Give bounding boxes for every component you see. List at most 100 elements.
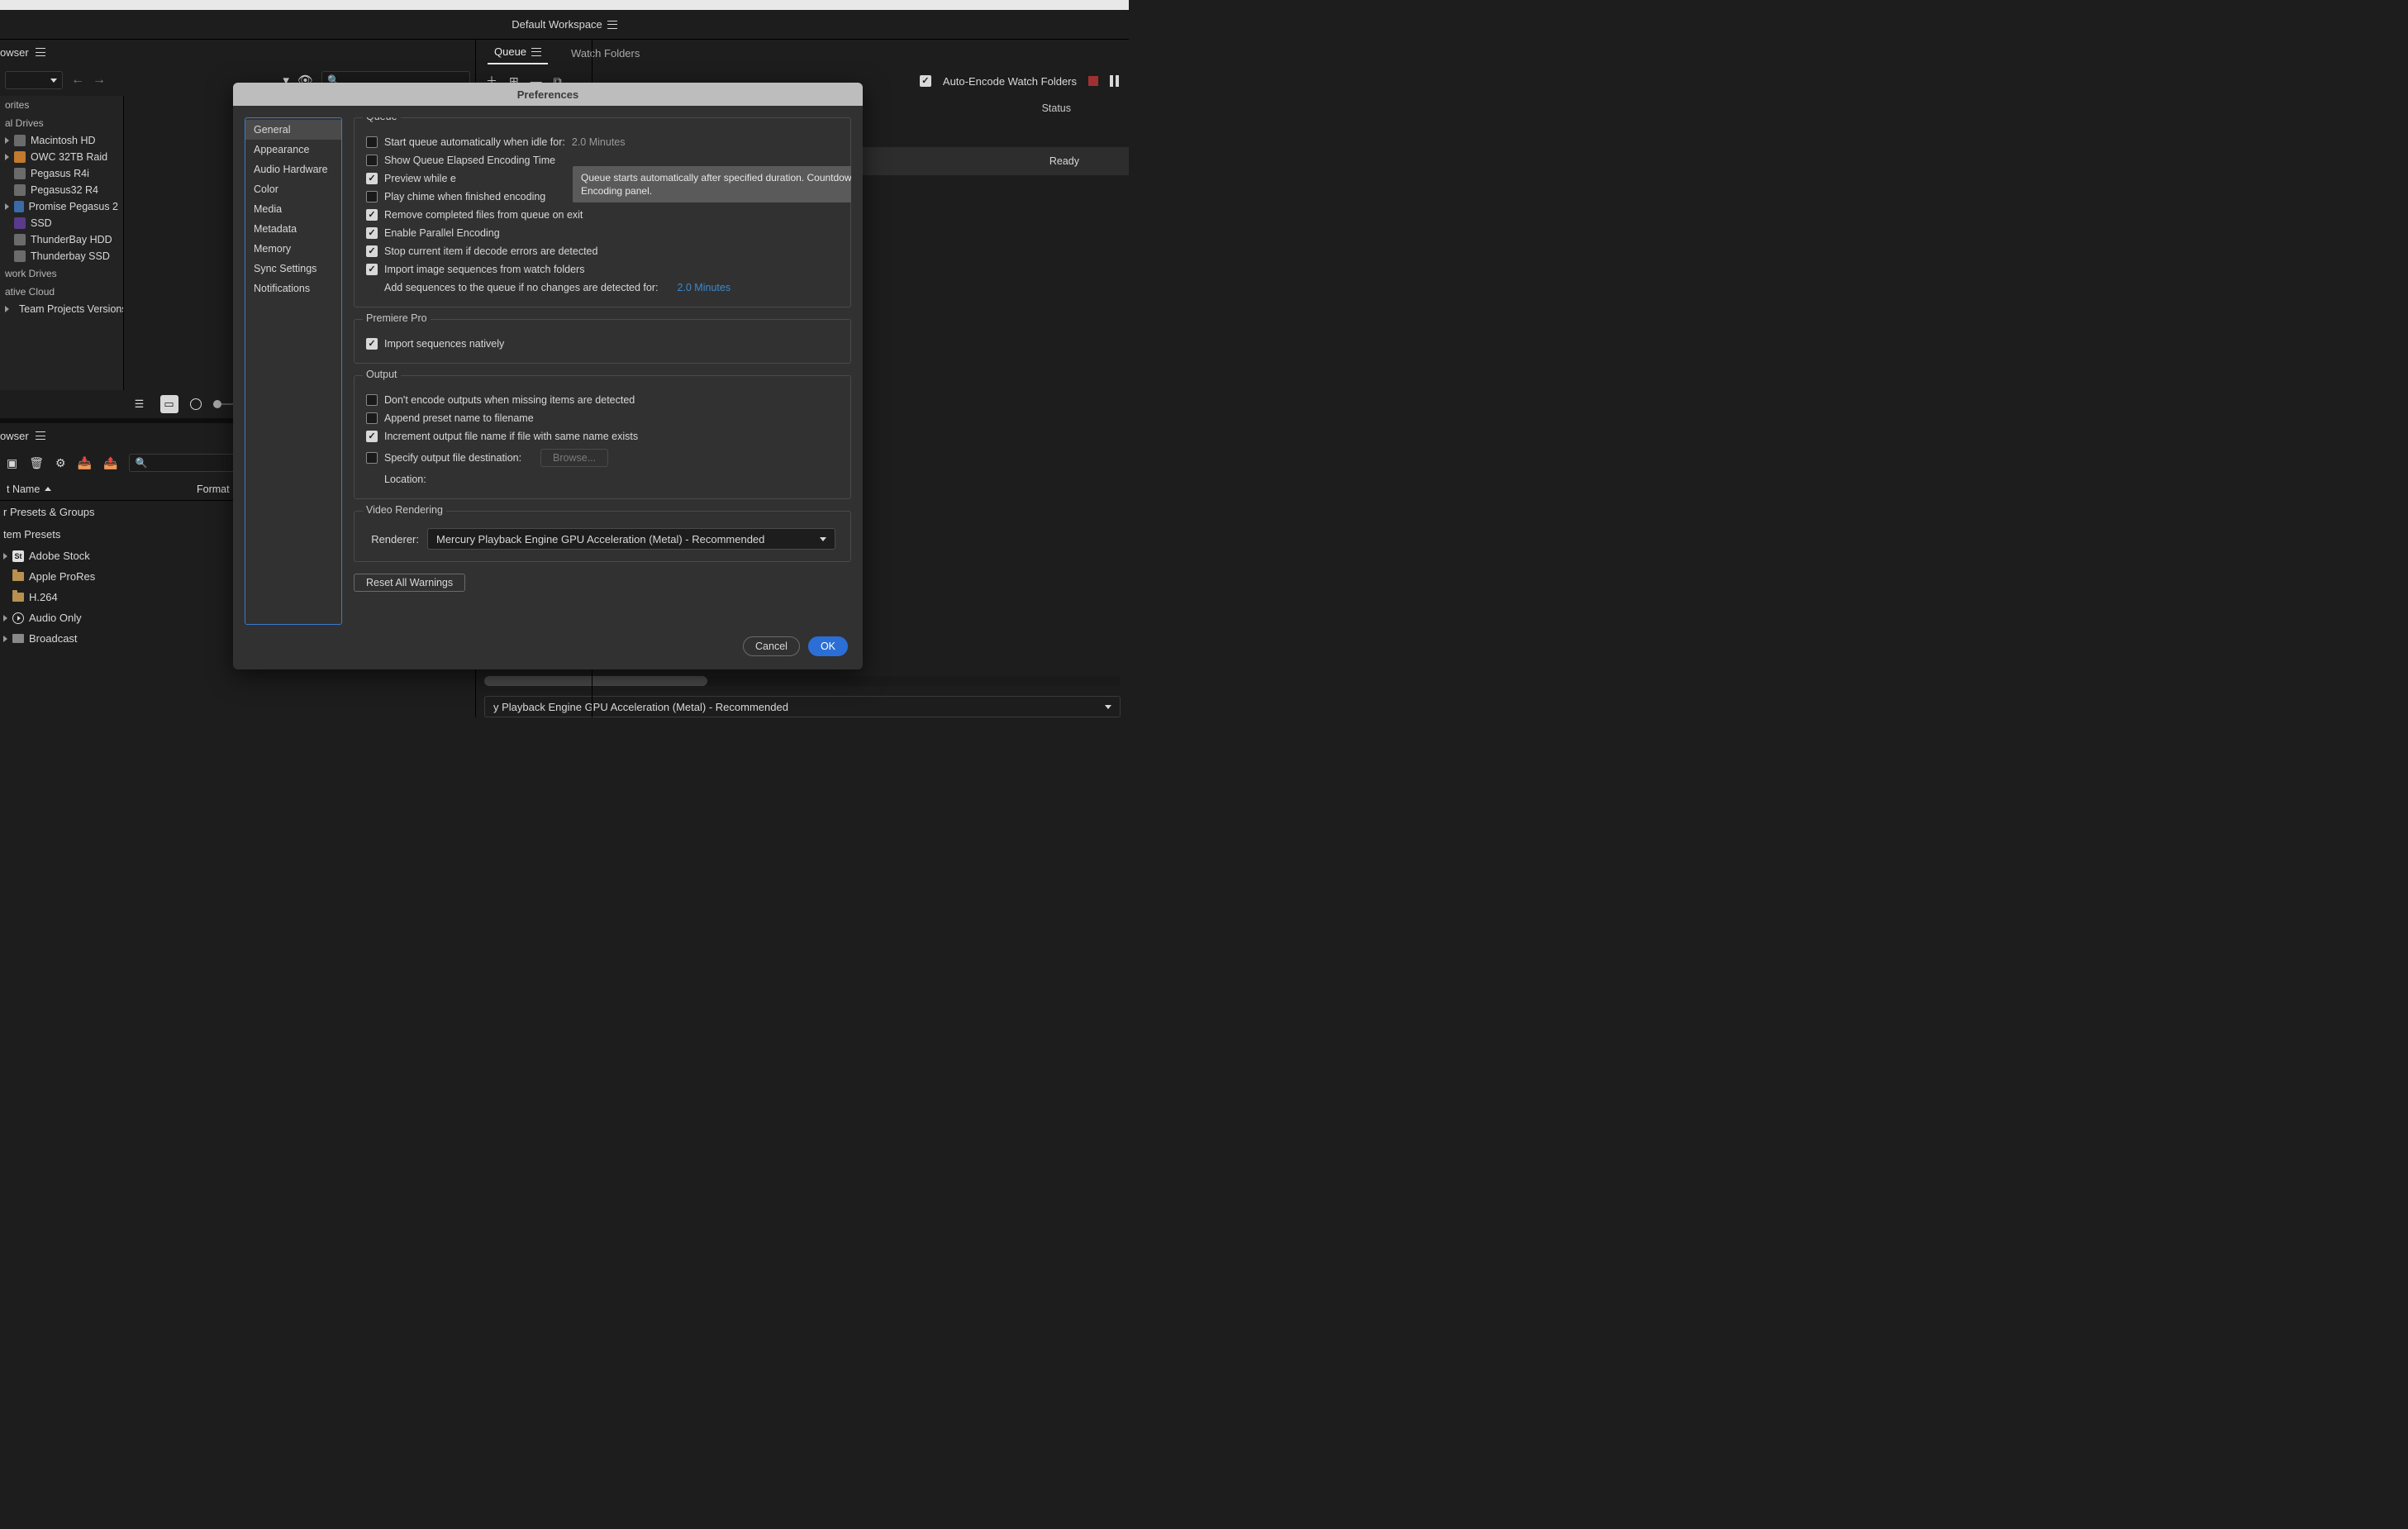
export-button[interactable]: 📤 <box>103 456 117 470</box>
preset-search-input[interactable]: 🔍 <box>129 454 245 472</box>
cb-specify-dest[interactable] <box>366 452 378 464</box>
sidebar-item-sync-settings[interactable]: Sync Settings <box>245 259 341 279</box>
disk-icon <box>14 151 26 163</box>
nav-back-button[interactable]: ← <box>71 73 84 88</box>
sidebar-item-audio-hardware[interactable]: Audio Hardware <box>245 160 341 179</box>
col-name[interactable]: t Name <box>7 483 40 495</box>
hamburger-icon[interactable] <box>36 48 45 56</box>
drive-item[interactable]: Macintosh HD <box>0 132 123 149</box>
sidebar-item-metadata[interactable]: Metadata <box>245 219 341 239</box>
drive-item[interactable]: Pegasus R4i <box>0 165 123 182</box>
col-format[interactable]: Format <box>197 483 230 495</box>
sidebar-item-notifications[interactable]: Notifications <box>245 279 341 298</box>
zoom-reset-button[interactable] <box>190 398 202 410</box>
disk-icon <box>14 135 26 146</box>
cb-chime[interactable] <box>366 191 378 202</box>
folder-icon <box>12 572 24 581</box>
cb-start-idle[interactable] <box>366 136 378 148</box>
cb-remove-completed[interactable] <box>366 209 378 221</box>
renderer-dropdown[interactable]: y Playback Engine GPU Acceleration (Meta… <box>484 696 1121 717</box>
horizontal-scrollbar[interactable] <box>484 676 1121 686</box>
fieldset-premiere: Premiere Pro Import sequences natively <box>354 319 851 364</box>
tree-group-cloud[interactable]: ative Cloud <box>0 283 123 301</box>
renderer-label: Renderer: <box>369 533 419 545</box>
settings-button[interactable]: ⚙ <box>55 456 66 470</box>
drive-item[interactable]: Team Projects Versions <box>0 301 123 317</box>
tab-watch-folders[interactable]: Watch Folders <box>564 42 646 64</box>
sidebar-item-memory[interactable]: Memory <box>245 239 341 259</box>
ok-button[interactable]: OK <box>808 636 848 656</box>
cb-stop-decode[interactable] <box>366 245 378 257</box>
dialog-title: Preferences <box>233 83 863 106</box>
cancel-button[interactable]: Cancel <box>743 636 800 656</box>
sidebar-item-media[interactable]: Media <box>245 199 341 219</box>
drive-item[interactable]: SSD <box>0 215 123 231</box>
delete-preset-button[interactable]: 🗑 <box>29 456 44 470</box>
tree-group-local[interactable]: al Drives <box>0 114 123 132</box>
drive-item[interactable]: Thunderbay SSD <box>0 248 123 264</box>
stock-icon: St <box>12 550 24 562</box>
sort-asc-icon <box>45 487 51 491</box>
cb-append[interactable] <box>366 412 378 424</box>
view-list-button[interactable]: ☰ <box>131 395 149 413</box>
preferences-sidebar: General Appearance Audio Hardware Color … <box>245 117 342 625</box>
cb-import-native[interactable] <box>366 338 378 350</box>
new-preset-button[interactable]: ▣ <box>7 456 17 470</box>
cb-import-seq[interactable] <box>366 264 378 275</box>
auto-encode-checkbox[interactable] <box>920 75 931 87</box>
expand-icon <box>5 154 9 160</box>
view-thumb-button[interactable]: ▭ <box>160 395 178 413</box>
renderer-select[interactable]: Mercury Playback Engine GPU Acceleration… <box>427 528 835 550</box>
drive-item[interactable]: ThunderBay HDD <box>0 231 123 248</box>
sidebar-item-color[interactable]: Color <box>245 179 341 199</box>
add-seq-minutes-value[interactable]: 2.0 Minutes <box>677 282 730 293</box>
queue-item-status: Ready <box>1049 155 1121 167</box>
disk-icon <box>14 250 26 262</box>
disk-icon <box>14 234 26 245</box>
right-tabs: Queue Watch Folders <box>476 40 1129 64</box>
idle-minutes-value[interactable]: 2.0 Minutes <box>572 136 626 148</box>
workspace-switcher[interactable]: Default Workspace <box>512 18 617 31</box>
media-browser-tab[interactable]: owser <box>0 40 475 64</box>
legend-output: Output <box>363 369 401 380</box>
chevron-down-icon <box>820 537 826 541</box>
expand-icon <box>3 636 7 642</box>
auto-encode-label: Auto-Encode Watch Folders <box>943 75 1077 88</box>
reset-warnings-button[interactable]: Reset All Warnings <box>354 574 465 592</box>
cb-parallel[interactable] <box>366 227 378 239</box>
cb-increment[interactable] <box>366 431 378 442</box>
tooltip: Queue starts automatically after specifi… <box>573 166 851 202</box>
search-icon: 🔍 <box>135 457 147 469</box>
cb-dont-encode[interactable] <box>366 394 378 406</box>
browse-button[interactable]: Browse... <box>540 449 608 467</box>
cb-preview[interactable] <box>366 173 378 184</box>
broadcast-icon <box>12 634 24 643</box>
workspace-bar: Default Workspace <box>0 10 1129 40</box>
nav-forward-button[interactable]: → <box>93 73 106 88</box>
macos-title-strip <box>0 0 1129 10</box>
hamburger-icon[interactable] <box>531 48 541 56</box>
tree-group-network[interactable]: work Drives <box>0 264 123 283</box>
fieldset-output: Output Don't encode outputs when missing… <box>354 375 851 499</box>
hamburger-icon <box>607 21 617 29</box>
pause-queue-button[interactable] <box>1110 75 1119 87</box>
legend-video: Video Rendering <box>363 504 446 516</box>
tab-queue[interactable]: Queue <box>488 40 548 64</box>
drive-item[interactable]: Pegasus32 R4 <box>0 182 123 198</box>
expand-icon <box>5 203 9 210</box>
import-button[interactable]: 📥 <box>78 456 92 470</box>
drive-item[interactable]: Promise Pegasus 2 <box>0 198 123 215</box>
path-dropdown[interactable] <box>5 71 63 89</box>
cb-show-elapsed[interactable] <box>366 155 378 166</box>
disk-icon <box>14 184 26 196</box>
drive-tree: orites al Drives Macintosh HD OWC 32TB R… <box>0 96 124 390</box>
chevron-down-icon <box>50 79 57 83</box>
sidebar-item-appearance[interactable]: Appearance <box>245 140 341 160</box>
hamburger-icon[interactable] <box>36 431 45 440</box>
workspace-label: Default Workspace <box>512 18 602 31</box>
drive-item[interactable]: OWC 32TB Raid <box>0 149 123 165</box>
sidebar-item-general[interactable]: General <box>245 120 341 140</box>
tree-group-favorites[interactable]: orites <box>0 96 123 114</box>
expand-icon <box>3 553 7 560</box>
stop-queue-button[interactable] <box>1088 76 1098 86</box>
